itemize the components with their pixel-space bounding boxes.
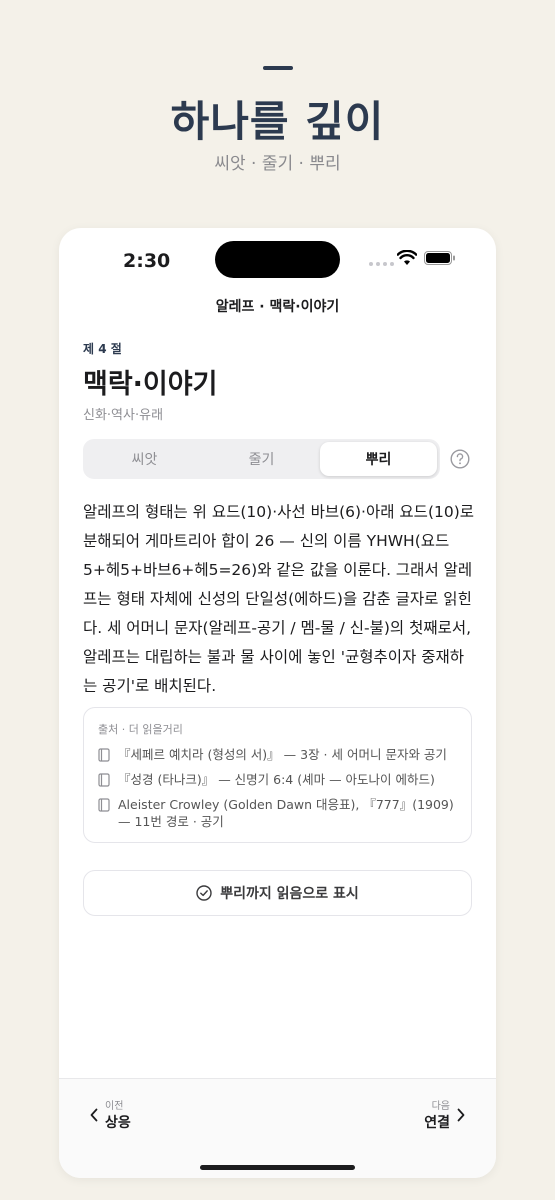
book-icon [98,798,110,812]
source-text: 『세페르 예치라 (형성의 서)』 — 3장 · 세 어머니 문자와 공기 [118,747,447,762]
tab-root[interactable]: 뿌리 [320,442,437,476]
nav-title: 알레프 · 맥락·이야기 [215,299,340,315]
hero-subtitle: 씨앗 · 줄기 · 뿌리 [214,154,341,174]
body-paragraph: 알레프의 형태는 위 요드(10)·사선 바브(6)·아래 요드(10)로 분해… [83,503,475,695]
next-caption: 다음 [431,1101,450,1112]
mark-read-button[interactable]: 뿌리까지 읽음으로 표시 [83,870,472,916]
dynamic-island [215,241,340,278]
phone-screen: 2:30 알레프 · 맥락·이야기 제 4 절 맥락·이야기 신화·역사·유래 … [59,228,496,1178]
book-icon [98,773,110,787]
chevron-right-icon [457,1108,465,1121]
tab-seed[interactable]: 씨앗 [86,442,203,476]
source-text: Aleister Crowley (Golden Dawn 대응표), 『777… [118,797,454,829]
sources-card: 출처 · 더 읽을거리 『세페르 예치라 (형성의 서)』 — 3장 · 세 어… [83,707,472,843]
home-indicator [200,1165,355,1170]
hero-dash [263,66,293,70]
hero-title: 하나를 깊이 [170,97,385,146]
source-item[interactable]: Aleister Crowley (Golden Dawn 대응표), 『777… [98,796,457,830]
section-label: 제 4 절 [83,342,122,356]
question-circle-icon[interactable] [450,449,470,469]
check-circle-icon [196,885,212,901]
book-icon [98,748,110,762]
next-button[interactable]: 다음 연결 [424,1097,466,1132]
source-item[interactable]: 『성경 (타나크)』 — 신명기 6:4 (셰마 — 아도나이 에하드) [98,771,457,788]
bottom-nav-bar: 이전 상응 다음 연결 [59,1078,496,1178]
depth-segmented-control: 씨앗 줄기 뿌리 [83,439,440,479]
mark-read-label: 뿌리까지 읽음으로 표시 [220,886,359,902]
page-subtitle: 신화·역사·유래 [83,408,164,423]
chevron-left-icon [90,1108,98,1121]
prev-button[interactable]: 이전 상응 [89,1097,131,1132]
source-item[interactable]: 『세페르 예치라 (형성의 서)』 — 3장 · 세 어머니 문자와 공기 [98,746,457,763]
signal-dots-icon [369,262,394,266]
prev-caption: 이전 [105,1101,124,1112]
source-text: 『성경 (타나크)』 — 신명기 6:4 (셰마 — 아도나이 에하드) [118,772,435,787]
battery-icon [424,251,455,265]
sources-title: 출처 · 더 읽을거리 [98,723,183,736]
wifi-icon [397,250,417,265]
status-time: 2:30 [123,250,171,272]
prev-label: 상응 [105,1115,131,1131]
tab-stem[interactable]: 줄기 [203,442,320,476]
next-label: 연결 [424,1115,450,1131]
page-title: 맥락·이야기 [83,369,218,400]
